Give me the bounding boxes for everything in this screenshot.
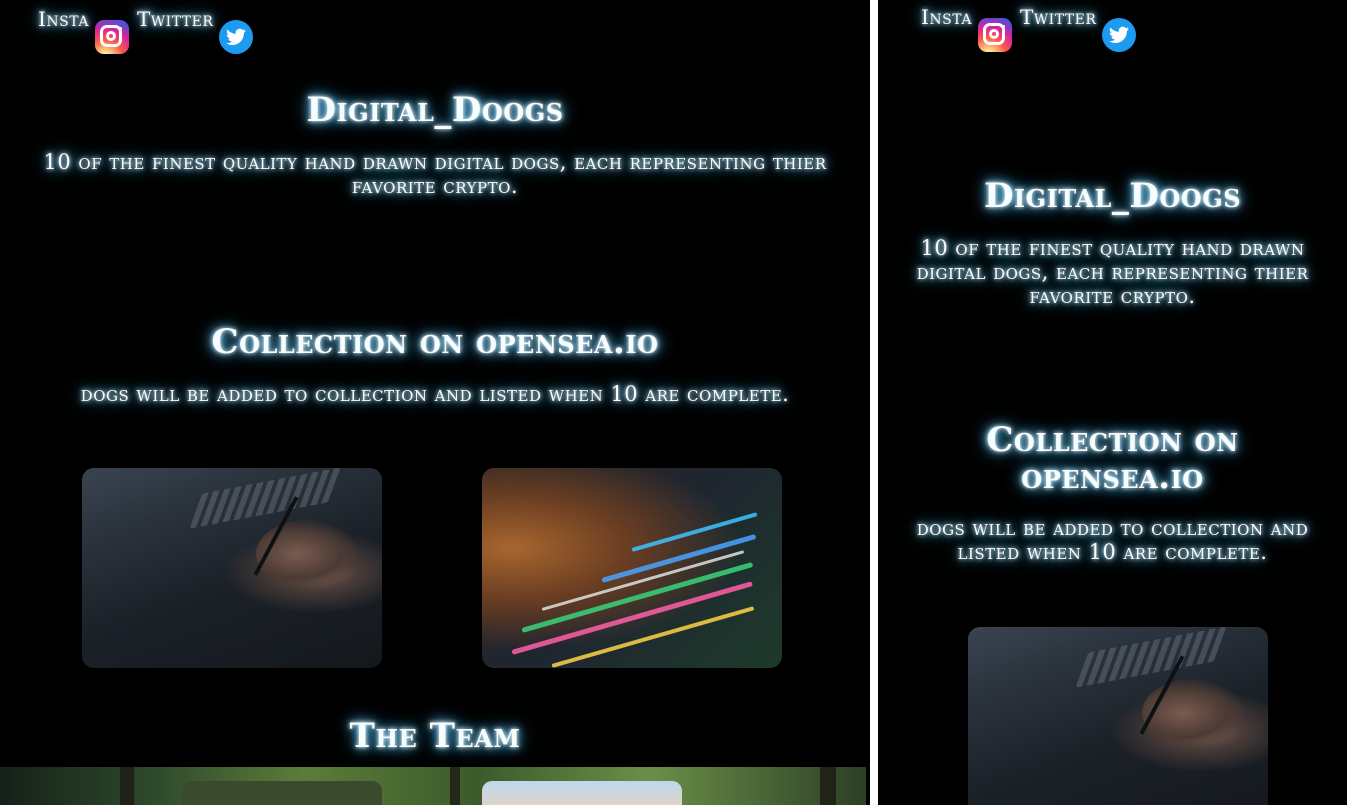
- instagram-icon[interactable]: [94, 20, 129, 54]
- drawing-tablet-image: [968, 627, 1268, 805]
- team-member-card: [182, 781, 382, 805]
- drawing-tablet-image: [82, 468, 382, 668]
- social-links: Insta Twitter: [921, 6, 1144, 52]
- team-member-card: [482, 781, 682, 805]
- twitter-link[interactable]: Twitter: [137, 8, 213, 30]
- twitter-bird-icon[interactable]: [1102, 18, 1137, 52]
- team-title: The Team: [349, 716, 521, 756]
- twitter-link[interactable]: Twitter: [1020, 6, 1096, 28]
- insta-link[interactable]: Insta: [38, 8, 89, 30]
- team-background-image: [0, 767, 866, 805]
- collection-title: Collection on opensea.io: [986, 420, 1239, 497]
- narrow-viewport-panel: Insta Twitter Digital_Doogs 10 of the fi…: [878, 0, 1347, 805]
- social-links: Insta Twitter: [38, 8, 261, 54]
- collection-description: dogs will be added to collection and lis…: [916, 516, 1309, 564]
- code-screen-image: [482, 468, 782, 668]
- site-description: 10 of the finest quality hand drawn digi…: [916, 236, 1309, 308]
- insta-link[interactable]: Insta: [921, 6, 972, 28]
- collection-description: dogs will be added to collection and lis…: [80, 382, 790, 406]
- site-title: Digital_Doogs: [306, 90, 564, 130]
- site-title: Digital_Doogs: [983, 176, 1242, 216]
- collection-title: Collection on opensea.io: [211, 322, 659, 362]
- instagram-icon[interactable]: [977, 18, 1012, 52]
- twitter-bird-icon[interactable]: [219, 20, 254, 54]
- site-description: 10 of the finest quality hand drawn digi…: [43, 150, 827, 198]
- wide-viewport-panel: Insta Twitter Digital_Doogs 10 of the fi…: [0, 0, 870, 805]
